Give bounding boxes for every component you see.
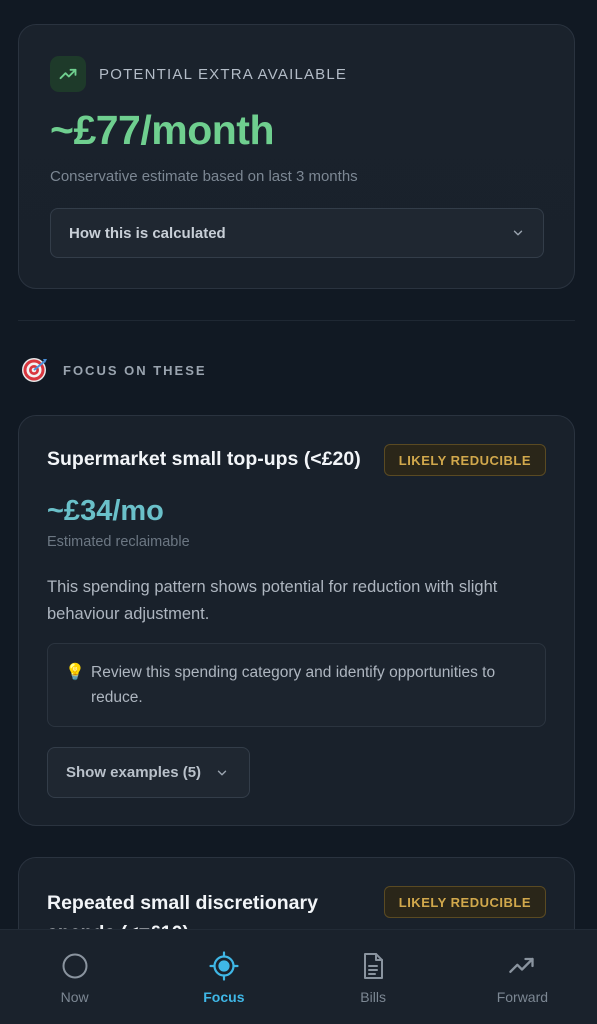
tip-text: Review this spending category and identi… bbox=[91, 664, 496, 706]
focus-section-header: FOCUS ON THESE bbox=[20, 356, 207, 384]
likely-reducible-badge: LIKELY REDUCIBLE bbox=[383, 444, 546, 476]
summary-label: POTENTIAL EXTRA AVAILABLE bbox=[99, 65, 348, 83]
potential-extra-amount: ~£77/month bbox=[50, 107, 274, 153]
target-icon bbox=[22, 358, 47, 382]
trending-up-icon bbox=[50, 56, 86, 92]
focus-section-label: FOCUS ON THESE bbox=[63, 362, 207, 378]
nav-focus[interactable]: Focus bbox=[149, 930, 298, 1024]
crosshair-icon bbox=[209, 951, 239, 981]
chevron-down-icon bbox=[217, 770, 227, 775]
how-calculated-dropdown[interactable]: How this is calculated bbox=[50, 208, 544, 258]
potential-extra-card: POTENTIAL EXTRA AVAILABLE ~£77/month Con… bbox=[18, 24, 575, 289]
nav-forward[interactable]: Forward bbox=[448, 930, 597, 1024]
nav-now[interactable]: Now bbox=[0, 930, 149, 1024]
nav-now-label: Now bbox=[60, 989, 89, 1005]
nav-bills[interactable]: Bills bbox=[299, 930, 448, 1024]
lightbulb-icon: 💡 bbox=[65, 664, 85, 681]
show-examples-label: Show examples (5) bbox=[66, 764, 202, 781]
reclaimable-amount: ~£34/mo bbox=[47, 495, 164, 527]
how-calculated-label: How this is calculated bbox=[69, 224, 226, 242]
estimate-note: Conservative estimate based on last 3 mo… bbox=[50, 168, 358, 185]
nav-bills-label: Bills bbox=[360, 989, 386, 1005]
opportunity-card: Supermarket small top-ups (<£20) LIKELY … bbox=[18, 415, 575, 826]
nav-forward-label: Forward bbox=[496, 989, 549, 1005]
bottom-navigation: Now Focus Bills Forward bbox=[0, 929, 597, 1024]
likely-reducible-badge: LIKELY REDUCIBLE bbox=[383, 886, 546, 918]
summary-header: POTENTIAL EXTRA AVAILABLE bbox=[50, 56, 347, 92]
chevron-down-icon bbox=[513, 230, 523, 236]
opportunity-title: Supermarket small top-ups (<£20) bbox=[47, 448, 361, 470]
document-icon bbox=[358, 951, 388, 981]
reclaimable-label: Estimated reclaimable bbox=[47, 534, 190, 550]
circle-icon bbox=[60, 951, 90, 981]
section-divider bbox=[18, 320, 575, 321]
trending-up-icon bbox=[507, 951, 537, 981]
tip-box: 💡 Review this spending category and iden… bbox=[47, 643, 546, 727]
opportunity-description: This spending pattern shows potential fo… bbox=[47, 578, 498, 623]
focus-screen: POTENTIAL EXTRA AVAILABLE ~£77/month Con… bbox=[0, 0, 597, 1024]
show-examples-button[interactable]: Show examples (5) bbox=[47, 747, 250, 798]
nav-focus-label: Focus bbox=[203, 989, 245, 1005]
